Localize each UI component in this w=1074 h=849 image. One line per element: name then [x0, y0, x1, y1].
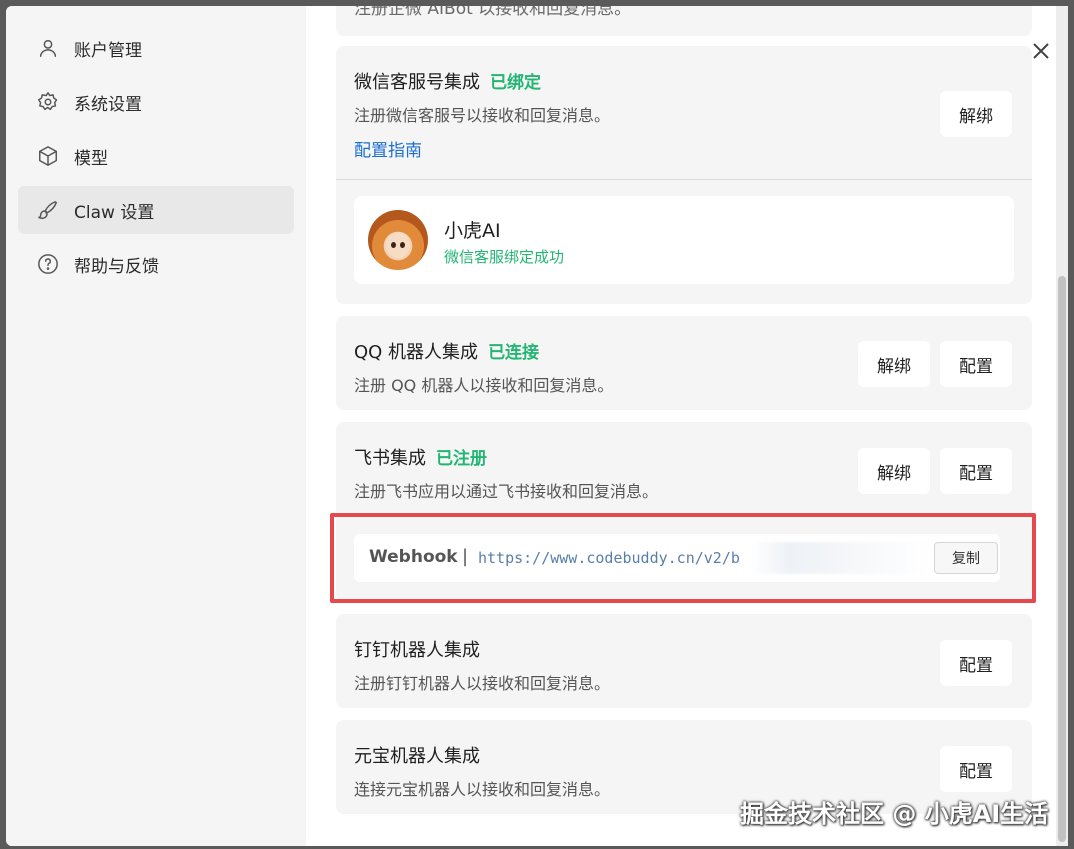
wechat-desc: 注册微信客服号以接收和回复消息。: [354, 106, 611, 125]
settings-content: 注册企微 AIBot 以接收和回复消息。 微信客服号集成 已绑定 注册微信客服号以…: [306, 6, 1068, 846]
feishu-title-text: 飞书集成: [354, 448, 426, 469]
feishu-desc: 注册飞书应用以通过飞书接收和回复消息。: [354, 482, 659, 501]
sidebar-item-label: Claw 设置: [74, 202, 155, 223]
watermark: 掘金技术社区 @ 小虎AI生活: [740, 800, 1049, 828]
sidebar: 账户管理 系统设置 模型 Claw 设置 帮助与反馈: [6, 6, 306, 846]
wechat-status-badge: 已绑定: [490, 73, 541, 93]
dingtalk-card: 钉钉机器人集成 注册钉钉机器人以接收和回复消息。 配置: [336, 614, 1032, 708]
wechat-title: 微信客服号集成 已绑定: [354, 68, 541, 94]
copy-webhook-button[interactable]: 复制: [934, 542, 998, 574]
sidebar-item-label: 模型: [74, 148, 108, 169]
aibot-desc: 注册企微 AIBot 以接收和回复消息。: [354, 6, 632, 19]
aibot-card-partial: 注册企微 AIBot 以接收和回复消息。: [336, 6, 1032, 36]
qq-desc: 注册 QQ 机器人以接收和回复消息。: [354, 376, 614, 395]
user-icon: [36, 36, 60, 60]
webhook-box: Webhook | https://www.codebuddy.cn/v2/b …: [354, 534, 1000, 582]
feishu-status-badge: 已注册: [436, 449, 487, 469]
feishu-config-button[interactable]: 配置: [940, 448, 1012, 494]
close-icon: [1033, 43, 1049, 59]
profile-status: 微信客服绑定成功: [444, 248, 565, 266]
dingtalk-config-button[interactable]: 配置: [940, 640, 1012, 686]
qq-unbind-button[interactable]: 解绑: [858, 341, 930, 387]
sidebar-item-claw-settings[interactable]: Claw 设置: [18, 186, 294, 234]
cube-icon: [36, 144, 60, 168]
close-button[interactable]: [1028, 38, 1054, 64]
gear-icon: [36, 90, 60, 114]
sidebar-item-system[interactable]: 系统设置: [18, 78, 294, 126]
sidebar-item-label: 账户管理: [74, 40, 142, 61]
sidebar-item-label: 系统设置: [74, 94, 142, 115]
wechat-profile-card: 小虎AI 微信客服绑定成功: [354, 196, 1014, 284]
dingtalk-desc: 注册钉钉机器人以接收和回复消息。: [354, 674, 611, 693]
brush-icon: [36, 198, 60, 222]
sidebar-item-help[interactable]: 帮助与反馈: [18, 240, 294, 288]
webhook-redaction: [752, 542, 930, 574]
feishu-title: 飞书集成 已注册: [354, 444, 487, 470]
sidebar-item-label: 帮助与反馈: [74, 256, 159, 277]
sidebar-item-model[interactable]: 模型: [18, 132, 294, 180]
settings-window: 账户管理 系统设置 模型 Claw 设置 帮助与反馈 注册企微 AIBot 以接…: [6, 6, 1068, 846]
wechat-unbind-button[interactable]: 解绑: [940, 91, 1012, 137]
webhook-label: Webhook: [369, 547, 458, 567]
qq-title-text: QQ 机器人集成: [354, 342, 479, 363]
yuanbao-title: 元宝机器人集成: [354, 746, 480, 767]
wechat-divider: [336, 179, 1032, 180]
yuanbao-desc: 连接元宝机器人以接收和回复消息。: [354, 780, 611, 799]
webhook-separator: |: [462, 546, 469, 567]
qq-title: QQ 机器人集成 已连接: [354, 338, 539, 364]
question-icon: [36, 252, 60, 276]
yuanbao-config-button[interactable]: 配置: [940, 746, 1012, 792]
qq-status-badge: 已连接: [488, 343, 540, 363]
feishu-unbind-button[interactable]: 解绑: [858, 448, 930, 494]
qq-card: QQ 机器人集成 已连接 注册 QQ 机器人以接收和回复消息。 解绑 配置: [336, 316, 1032, 410]
wechat-guide-link[interactable]: 配置指南: [354, 136, 422, 161]
profile-name: 小虎AI: [444, 220, 501, 242]
avatar: [368, 210, 428, 270]
sidebar-item-account[interactable]: 账户管理: [18, 24, 294, 72]
wechat-title-text: 微信客服号集成: [354, 72, 480, 93]
scrollbar[interactable]: [1056, 6, 1068, 846]
scrollbar-thumb[interactable]: [1058, 276, 1066, 842]
qq-config-button[interactable]: 配置: [940, 341, 1012, 387]
dingtalk-title: 钉钉机器人集成: [354, 640, 480, 661]
